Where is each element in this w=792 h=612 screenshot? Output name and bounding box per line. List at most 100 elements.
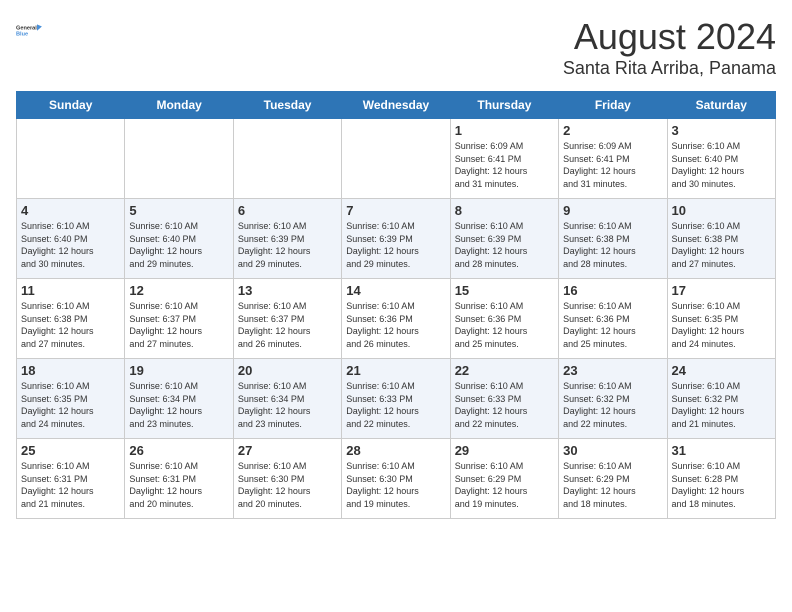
- calendar-cell: 16 Sunrise: 6:10 AM Sunset: 6:36 PM Dayli…: [559, 279, 667, 359]
- day-info: Sunrise: 6:10 AM Sunset: 6:31 PM Dayligh…: [21, 460, 120, 510]
- weekday-header-row: SundayMondayTuesdayWednesdayThursdayFrid…: [17, 92, 776, 119]
- day-info: Sunrise: 6:10 AM Sunset: 6:37 PM Dayligh…: [238, 300, 337, 350]
- day-info: Sunrise: 6:10 AM Sunset: 6:29 PM Dayligh…: [455, 460, 554, 510]
- calendar-cell: 22Sunrise: 6:10 AM Sunset: 6:33 PM Dayli…: [450, 359, 558, 439]
- day-info: Sunrise: 6:10 AM Sunset: 6:40 PM Dayligh…: [21, 220, 120, 270]
- weekday-header: Friday: [559, 92, 667, 119]
- calendar-cell: 28Sunrise: 6:10 AM Sunset: 6:30 PM Dayli…: [342, 439, 450, 519]
- day-number: 22: [455, 363, 554, 378]
- day-info: Sunrise: 6:10 AM Sunset: 6:38 PM Dayligh…: [21, 300, 120, 350]
- calendar-week-row: 1 Sunrise: 6:09 AM Sunset: 6:41 PM Daylig…: [17, 119, 776, 199]
- calendar-cell: 18Sunrise: 6:10 AM Sunset: 6:35 PM Dayli…: [17, 359, 125, 439]
- svg-text:Blue: Blue: [16, 32, 28, 38]
- day-number: 25: [21, 443, 120, 458]
- calendar-cell: 9 Sunrise: 6:10 AM Sunset: 6:38 PM Daylig…: [559, 199, 667, 279]
- day-info: Sunrise: 6:10 AM Sunset: 6:36 PM Dayligh…: [455, 300, 554, 350]
- day-number: 13: [238, 283, 337, 298]
- day-info: Sunrise: 6:10 AM Sunset: 6:33 PM Dayligh…: [346, 380, 445, 430]
- day-info: Sunrise: 6:10 AM Sunset: 6:38 PM Dayligh…: [563, 220, 662, 270]
- day-info: Sunrise: 6:10 AM Sunset: 6:39 PM Dayligh…: [346, 220, 445, 270]
- calendar-cell: [17, 119, 125, 199]
- calendar-cell: 29 Sunrise: 6:10 AM Sunset: 6:29 PM Dayli…: [450, 439, 558, 519]
- page-header: GeneralBlue August 2024 Santa Rita Arrib…: [16, 16, 776, 79]
- calendar-cell: 15 Sunrise: 6:10 AM Sunset: 6:36 PM Dayli…: [450, 279, 558, 359]
- day-number: 21: [346, 363, 445, 378]
- day-info: Sunrise: 6:10 AM Sunset: 6:34 PM Dayligh…: [129, 380, 228, 430]
- day-info: Sunrise: 6:10 AM Sunset: 6:32 PM Dayligh…: [563, 380, 662, 430]
- day-number: 2: [563, 123, 662, 138]
- calendar-cell: 26 Sunrise: 6:10 AM Sunset: 6:31 PM Dayli…: [125, 439, 233, 519]
- weekday-header: Monday: [125, 92, 233, 119]
- calendar-cell: [342, 119, 450, 199]
- day-number: 8: [455, 203, 554, 218]
- calendar-cell: 21 Sunrise: 6:10 AM Sunset: 6:33 PM Dayli…: [342, 359, 450, 439]
- day-number: 19: [129, 363, 228, 378]
- day-info: Sunrise: 6:10 AM Sunset: 6:35 PM Dayligh…: [21, 380, 120, 430]
- day-info: Sunrise: 6:10 AM Sunset: 6:32 PM Dayligh…: [672, 380, 771, 430]
- day-info: Sunrise: 6:10 AM Sunset: 6:29 PM Dayligh…: [563, 460, 662, 510]
- calendar-cell: 4 Sunrise: 6:10 AM Sunset: 6:40 PM Daylig…: [17, 199, 125, 279]
- day-number: 15: [455, 283, 554, 298]
- logo-icon: GeneralBlue: [16, 16, 44, 44]
- weekday-header: Saturday: [667, 92, 775, 119]
- calendar-cell: 14 Sunrise: 6:10 AM Sunset: 6:36 PM Dayli…: [342, 279, 450, 359]
- calendar-cell: [125, 119, 233, 199]
- calendar-cell: [233, 119, 341, 199]
- day-number: 16: [563, 283, 662, 298]
- day-number: 30: [563, 443, 662, 458]
- svg-text:General: General: [16, 25, 37, 31]
- calendar-cell: 2Sunrise: 6:09 AM Sunset: 6:41 PM Daylig…: [559, 119, 667, 199]
- day-number: 4: [21, 203, 120, 218]
- day-info: Sunrise: 6:09 AM Sunset: 6:41 PM Dayligh…: [455, 140, 554, 190]
- day-info: Sunrise: 6:10 AM Sunset: 6:40 PM Dayligh…: [672, 140, 771, 190]
- calendar-cell: 10Sunrise: 6:10 AM Sunset: 6:38 PM Dayli…: [667, 199, 775, 279]
- calendar-subtitle: Santa Rita Arriba, Panama: [563, 58, 776, 79]
- calendar-cell: 31Sunrise: 6:10 AM Sunset: 6:28 PM Dayli…: [667, 439, 775, 519]
- day-info: Sunrise: 6:10 AM Sunset: 6:37 PM Dayligh…: [129, 300, 228, 350]
- calendar-cell: 25 Sunrise: 6:10 AM Sunset: 6:31 PM Dayli…: [17, 439, 125, 519]
- calendar-title: August 2024: [563, 16, 776, 58]
- weekday-header: Thursday: [450, 92, 558, 119]
- day-number: 14: [346, 283, 445, 298]
- day-number: 17: [672, 283, 771, 298]
- day-number: 3: [672, 123, 771, 138]
- day-number: 12: [129, 283, 228, 298]
- day-number: 11: [21, 283, 120, 298]
- day-number: 28: [346, 443, 445, 458]
- day-info: Sunrise: 6:10 AM Sunset: 6:31 PM Dayligh…: [129, 460, 228, 510]
- day-number: 20: [238, 363, 337, 378]
- day-number: 7: [346, 203, 445, 218]
- day-number: 27: [238, 443, 337, 458]
- title-block: August 2024 Santa Rita Arriba, Panama: [563, 16, 776, 79]
- day-number: 24: [672, 363, 771, 378]
- calendar-table: SundayMondayTuesdayWednesdayThursdayFrid…: [16, 91, 776, 519]
- calendar-week-row: 4 Sunrise: 6:10 AM Sunset: 6:40 PM Daylig…: [17, 199, 776, 279]
- day-number: 1: [455, 123, 554, 138]
- day-number: 5: [129, 203, 228, 218]
- day-number: 29: [455, 443, 554, 458]
- day-info: Sunrise: 6:10 AM Sunset: 6:36 PM Dayligh…: [346, 300, 445, 350]
- weekday-header: Tuesday: [233, 92, 341, 119]
- calendar-cell: 17Sunrise: 6:10 AM Sunset: 6:35 PM Dayli…: [667, 279, 775, 359]
- day-info: Sunrise: 6:10 AM Sunset: 6:34 PM Dayligh…: [238, 380, 337, 430]
- calendar-body: 1 Sunrise: 6:09 AM Sunset: 6:41 PM Daylig…: [17, 119, 776, 519]
- calendar-cell: 1 Sunrise: 6:09 AM Sunset: 6:41 PM Daylig…: [450, 119, 558, 199]
- calendar-cell: 8 Sunrise: 6:10 AM Sunset: 6:39 PM Daylig…: [450, 199, 558, 279]
- calendar-week-row: 18Sunrise: 6:10 AM Sunset: 6:35 PM Dayli…: [17, 359, 776, 439]
- calendar-cell: 6Sunrise: 6:10 AM Sunset: 6:39 PM Daylig…: [233, 199, 341, 279]
- logo: GeneralBlue: [16, 16, 44, 44]
- calendar-cell: 23 Sunrise: 6:10 AM Sunset: 6:32 PM Dayli…: [559, 359, 667, 439]
- calendar-cell: 12 Sunrise: 6:10 AM Sunset: 6:37 PM Dayli…: [125, 279, 233, 359]
- day-info: Sunrise: 6:10 AM Sunset: 6:39 PM Dayligh…: [455, 220, 554, 270]
- calendar-cell: 5Sunrise: 6:10 AM Sunset: 6:40 PM Daylig…: [125, 199, 233, 279]
- calendar-cell: 3 Sunrise: 6:10 AM Sunset: 6:40 PM Daylig…: [667, 119, 775, 199]
- calendar-cell: 13 Sunrise: 6:10 AM Sunset: 6:37 PM Dayli…: [233, 279, 341, 359]
- day-number: 9: [563, 203, 662, 218]
- day-info: Sunrise: 6:10 AM Sunset: 6:39 PM Dayligh…: [238, 220, 337, 270]
- day-number: 23: [563, 363, 662, 378]
- calendar-header: SundayMondayTuesdayWednesdayThursdayFrid…: [17, 92, 776, 119]
- day-info: Sunrise: 6:10 AM Sunset: 6:36 PM Dayligh…: [563, 300, 662, 350]
- day-number: 26: [129, 443, 228, 458]
- calendar-cell: 20 Sunrise: 6:10 AM Sunset: 6:34 PM Dayli…: [233, 359, 341, 439]
- calendar-cell: 11 Sunrise: 6:10 AM Sunset: 6:38 PM Dayli…: [17, 279, 125, 359]
